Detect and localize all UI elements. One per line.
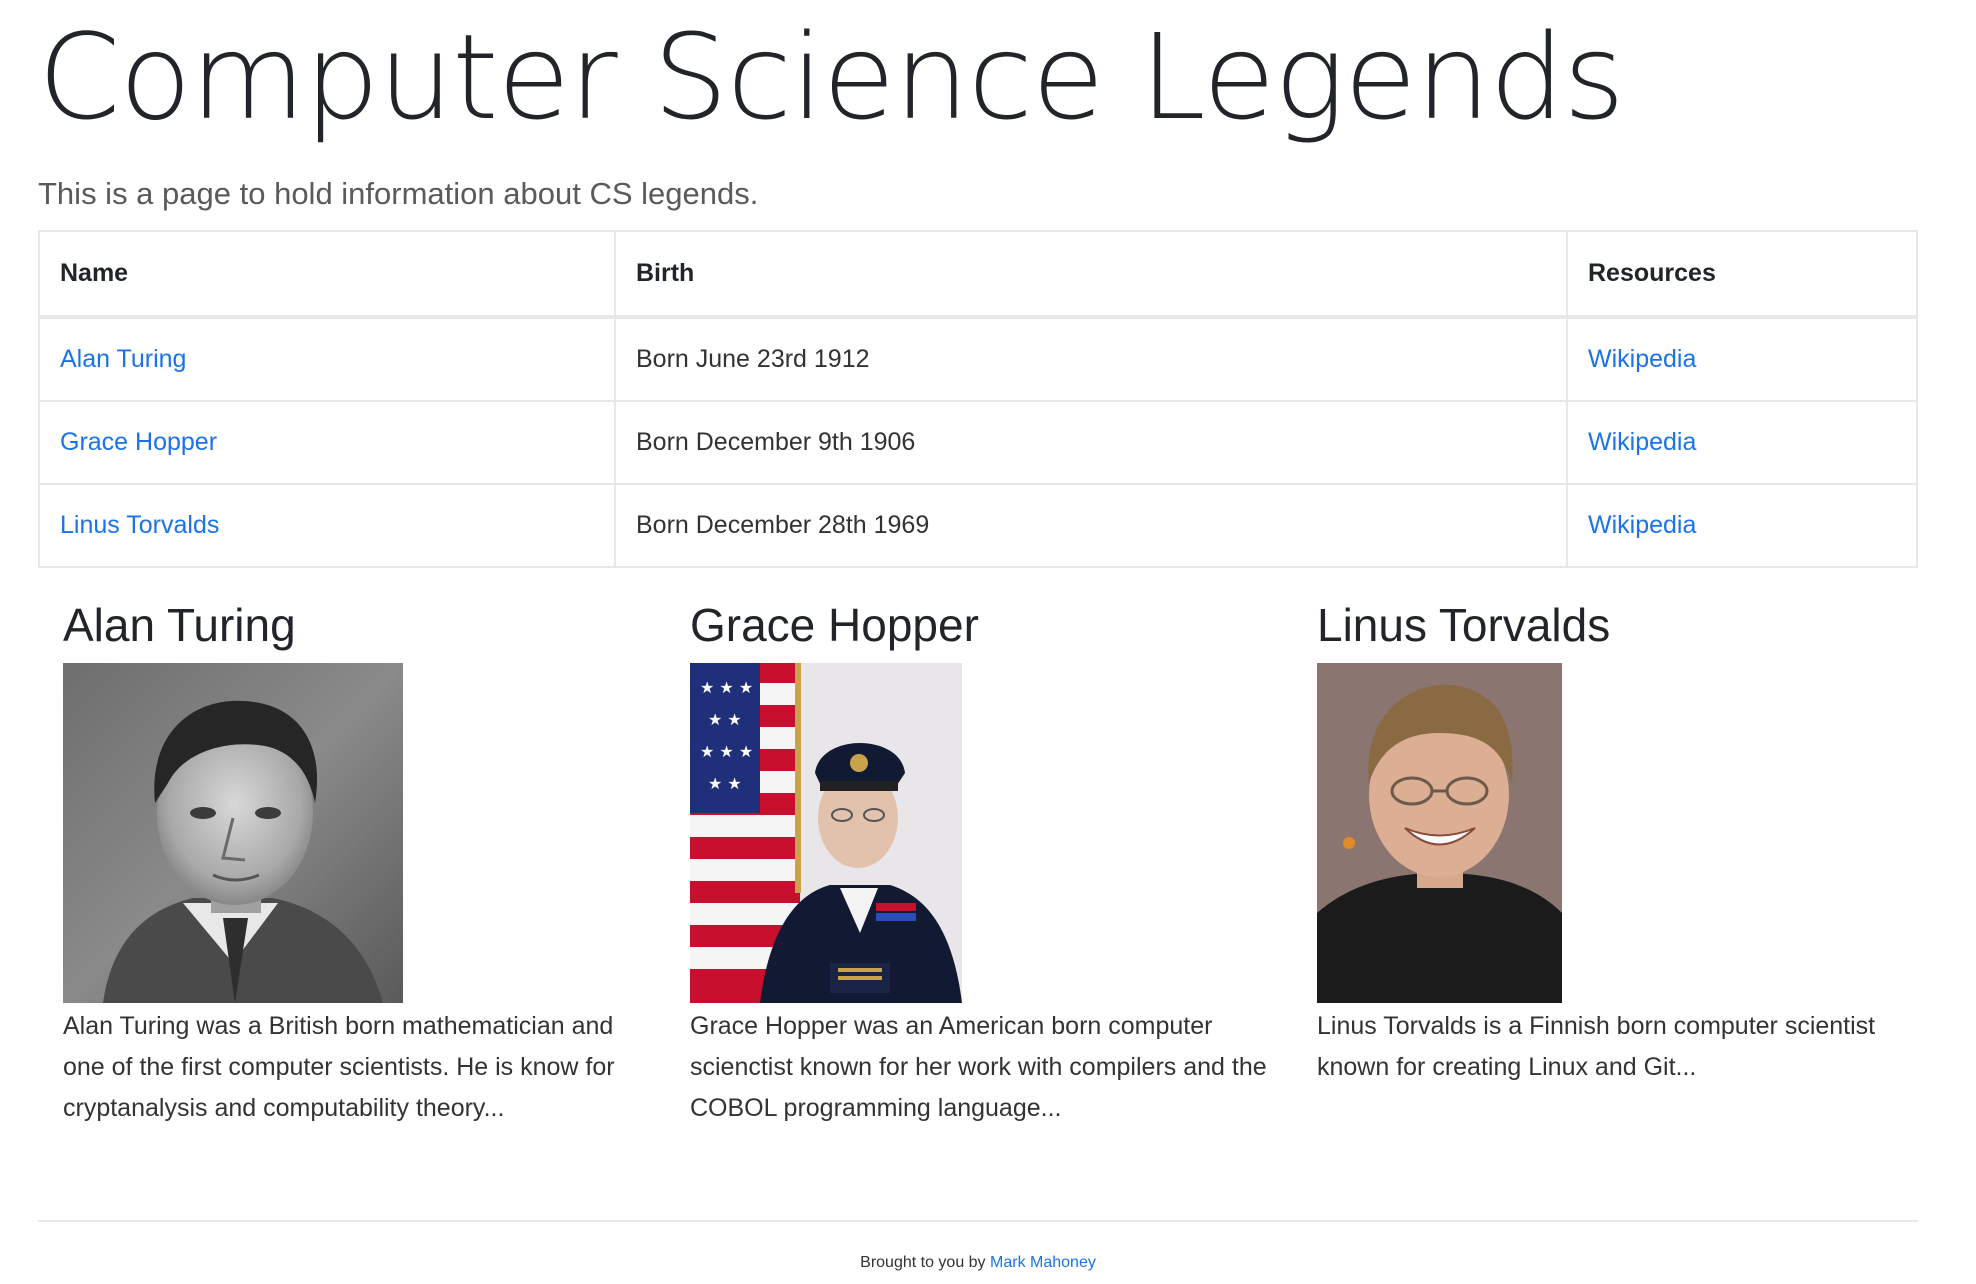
table-row: Linus Torvalds Born December 28th 1969 W… xyxy=(38,483,1918,568)
card-title: Grace Hopper xyxy=(690,599,979,651)
portrait-color-photo: ★ ★ ★ ★ ★ ★ ★ ★ ★ ★ xyxy=(690,663,962,1003)
legends-table: Name Birth Resources Alan Turing Born Ju… xyxy=(38,230,1918,568)
column-header-name: Name xyxy=(38,230,616,319)
column-header-resources: Resources xyxy=(1566,230,1918,319)
table-row: Alan Turing Born June 23rd 1912 Wikipedi… xyxy=(38,316,1918,402)
footer: Brought to you by Mark Mahoney xyxy=(38,1250,1918,1276)
resource-cell: Wikipedia xyxy=(1566,316,1918,402)
legend-card-linus-torvalds: Linus Torvalds Linus Torvalds is a Finni… xyxy=(1317,595,1897,1088)
resource-cell: Wikipedia xyxy=(1566,483,1918,568)
alan-turing-portrait-image xyxy=(63,663,403,1003)
name-link-linus-torvalds[interactable]: Linus Torvalds xyxy=(60,511,219,539)
portrait-color-photo xyxy=(1317,663,1562,1003)
author-link[interactable]: Mark Mahoney xyxy=(990,1254,1096,1271)
svg-text:★ ★: ★ ★ xyxy=(708,710,742,729)
card-description: Grace Hopper was an American born comput… xyxy=(690,1012,1267,1122)
legend-card-alan-turing: Alan Turing Alan Turing was a British bo… xyxy=(63,595,643,1129)
name-link-grace-hopper[interactable]: Grace Hopper xyxy=(60,428,217,456)
birth-cell: Born December 28th 1969 xyxy=(614,483,1568,568)
wikipedia-link-alan-turing[interactable]: Wikipedia xyxy=(1588,345,1696,373)
linus-torvalds-portrait-image xyxy=(1317,663,1562,1003)
svg-text:★ ★ ★: ★ ★ ★ xyxy=(700,742,753,761)
name-link-alan-turing[interactable]: Alan Turing xyxy=(60,345,186,373)
name-cell: Alan Turing xyxy=(38,316,616,402)
legend-card-grace-hopper: Grace Hopper ★ ★ ★ ★ ★ ★ ★ ★ ★ ★ Grace H… xyxy=(690,595,1270,1129)
table-row: Grace Hopper Born December 9th 1906 Wiki… xyxy=(38,400,1918,485)
resource-cell: Wikipedia xyxy=(1566,400,1918,485)
svg-text:★ ★: ★ ★ xyxy=(708,774,742,793)
footer-prefix: Brought to you by xyxy=(860,1254,986,1271)
wikipedia-link-linus-torvalds[interactable]: Wikipedia xyxy=(1588,511,1696,539)
wikipedia-link-grace-hopper[interactable]: Wikipedia xyxy=(1588,428,1696,456)
table-body: Alan Turing Born June 23rd 1912 Wikipedi… xyxy=(38,316,1918,568)
footer-divider xyxy=(38,1220,1918,1222)
page-subtitle: This is a page to hold information about… xyxy=(38,176,759,211)
portrait-bw-photo xyxy=(63,663,403,1003)
page-title: Computer Science Legends xyxy=(38,8,1625,146)
card-title: Linus Torvalds xyxy=(1317,599,1611,651)
table-header-row: Name Birth Resources xyxy=(38,230,1918,319)
card-description: Linus Torvalds is a Finnish born compute… xyxy=(1317,1012,1876,1081)
card-description: Alan Turing was a British born mathemati… xyxy=(63,1012,615,1122)
card-title: Alan Turing xyxy=(63,599,296,651)
name-cell: Grace Hopper xyxy=(38,400,616,485)
birth-cell: Born June 23rd 1912 xyxy=(614,316,1568,402)
column-header-birth: Birth xyxy=(614,230,1568,319)
name-cell: Linus Torvalds xyxy=(38,483,616,568)
grace-hopper-portrait-image: ★ ★ ★ ★ ★ ★ ★ ★ ★ ★ xyxy=(690,663,962,1003)
birth-cell: Born December 9th 1906 xyxy=(614,400,1568,485)
page-container: Computer Science Legends This is a page … xyxy=(38,0,1918,1122)
table-header: Name Birth Resources xyxy=(38,230,1918,319)
svg-text:★ ★ ★: ★ ★ ★ xyxy=(700,678,753,697)
